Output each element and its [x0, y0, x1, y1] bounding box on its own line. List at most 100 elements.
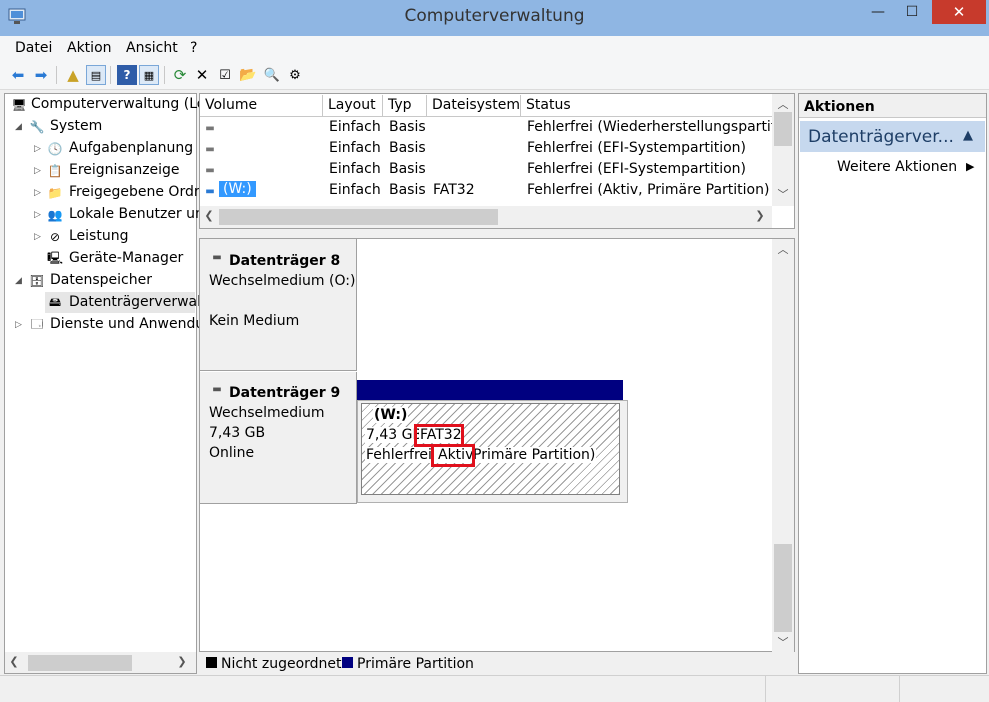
scroll-right-arrow-icon[interactable]: ❯	[753, 209, 767, 222]
table-cell-layout[interactable]: Einfach	[329, 161, 381, 177]
expand-arrow-icon[interactable]: ▷	[34, 232, 41, 242]
scroll-left-arrow-icon[interactable]: ❮	[202, 209, 216, 222]
clock-icon: 🕓	[47, 142, 63, 156]
table-cell-layout[interactable]: Einfach	[329, 119, 381, 135]
minimize-button[interactable]: —	[862, 0, 894, 24]
tree-item-dienste[interactable]: Dienste und Anwendu	[50, 316, 204, 332]
action-weitere-aktionen[interactable]: Weitere Aktionen	[837, 159, 957, 175]
scroll-down-arrow-icon[interactable]: ﹀	[775, 186, 791, 202]
expand-arrow-icon[interactable]: ▷	[34, 188, 41, 198]
scroll-left-arrow-icon[interactable]: ❮	[7, 655, 21, 668]
forward-icon[interactable]: ➡	[31, 65, 51, 85]
show-tree-icon[interactable]: ▤	[86, 65, 106, 85]
tree-item-system[interactable]: System	[50, 118, 102, 134]
tree-item-freigegebene-ordner[interactable]: Freigegebene Ordr	[69, 184, 200, 200]
table-cell-typ[interactable]: Basis	[389, 119, 426, 135]
open-folder-icon[interactable]: 📂	[238, 65, 258, 85]
toolbar-separator	[164, 66, 165, 84]
menu-datei[interactable]: Datei	[15, 40, 52, 56]
disk-view-scroll-thumb[interactable]	[774, 544, 792, 632]
close-button[interactable]: ✕	[932, 0, 986, 24]
scroll-up-arrow-icon[interactable]: ︿	[775, 241, 791, 257]
table-cell-status[interactable]: Fehlerfrei (Wiederherstellungspartitic	[527, 119, 772, 135]
table-cell-layout[interactable]: Einfach	[329, 140, 381, 156]
collapse-up-icon[interactable]: ▲	[963, 128, 973, 143]
table-cell-typ[interactable]: Basis	[389, 182, 426, 198]
services-icon: 🗔	[30, 316, 44, 331]
tree-item-leistung[interactable]: Leistung	[69, 228, 128, 244]
expand-arrow-icon[interactable]: ▷	[15, 320, 22, 330]
back-icon[interactable]: ⬅	[8, 65, 28, 85]
table-cell-typ[interactable]: Basis	[389, 161, 426, 177]
legend-unallocated-label: Nicht zugeordnet	[221, 656, 342, 672]
toolbar-separator	[56, 66, 57, 84]
table-cell-status[interactable]: Fehlerfrei (EFI-Systempartition)	[527, 161, 772, 177]
toolbar-separator	[110, 66, 111, 84]
tree-item-geraete-manager[interactable]: Geräte-Manager	[69, 250, 183, 266]
column-header-status[interactable]: Status	[521, 95, 772, 117]
help-icon[interactable]: ?	[117, 65, 137, 85]
menu-help[interactable]: ?	[190, 40, 197, 56]
tree-item-datentraegerverwaltung[interactable]: Datenträgerverwalt	[69, 294, 206, 310]
table-cell-layout[interactable]: Einfach	[329, 182, 381, 198]
disk-8-name: Datenträger 8	[229, 253, 341, 269]
refresh-icon[interactable]: ⟳	[170, 65, 190, 85]
tree-item-ereignisanzeige[interactable]: Ereignisanzeige	[69, 162, 180, 178]
table-cell-fs[interactable]: FAT32	[433, 182, 475, 198]
table-cell-status[interactable]: Fehlerfrei (Aktiv, Primäre Partition)	[527, 182, 772, 198]
removable-disk-icon: ▬	[212, 251, 222, 263]
volume-drive-icon: ▬	[205, 164, 215, 176]
scroll-right-arrow-icon[interactable]: ❯	[175, 655, 189, 668]
tools-icon: 🔧	[29, 120, 45, 134]
collapse-arrow-icon[interactable]: ◢	[15, 122, 22, 132]
status-bar-divider	[899, 676, 900, 702]
scroll-up-arrow-icon[interactable]: ︿	[775, 96, 791, 112]
users-icon: 👥	[47, 208, 63, 222]
expand-arrow-icon[interactable]: ▷	[34, 166, 41, 176]
computer-management-icon: 🖥	[11, 98, 27, 112]
properties-view-icon[interactable]: ▦	[139, 65, 159, 85]
tree-item-aufgabenplanung[interactable]: Aufgabenplanung	[69, 140, 193, 156]
maximize-button[interactable]: ☐	[896, 0, 928, 24]
up-folder-icon[interactable]: ▲	[63, 65, 83, 85]
disk-management-icon: 🖴	[48, 294, 62, 309]
column-header-typ[interactable]: Typ	[383, 95, 427, 117]
table-cell-status[interactable]: Fehlerfrei (EFI-Systempartition)	[527, 140, 772, 156]
performance-icon: ⊘	[49, 230, 61, 244]
scroll-down-arrow-icon[interactable]: ﹀	[775, 634, 791, 650]
tree-scroll-thumb[interactable]	[28, 655, 132, 671]
event-viewer-icon: 📋	[47, 164, 63, 178]
menu-ansicht[interactable]: Ansicht	[126, 40, 178, 56]
tree-item-root[interactable]: Computerverwaltung (Lo	[31, 96, 205, 112]
collapse-arrow-icon[interactable]: ◢	[15, 276, 22, 286]
expand-arrow-icon[interactable]: ▷	[34, 144, 41, 154]
disk-9-status: Online	[209, 445, 255, 461]
tree-item-lokale-benutzer[interactable]: Lokale Benutzer un	[69, 206, 204, 222]
expand-arrow-icon[interactable]: ▷	[34, 210, 41, 220]
device-manager-icon: 🖳	[47, 250, 64, 265]
table-cell-volume-selected[interactable]: (W:)	[219, 181, 256, 197]
properties-icon[interactable]: ☑	[215, 65, 235, 85]
legend-primary-label: Primäre Partition	[357, 656, 474, 672]
submenu-arrow-icon[interactable]: ▶	[966, 160, 974, 173]
aktiv-highlight-box	[431, 444, 475, 467]
column-header-layout[interactable]: Layout	[323, 95, 383, 117]
navigation-tree	[4, 93, 197, 674]
disk-8-type: Wechselmedium (O:)	[209, 273, 356, 289]
menu-aktion[interactable]: Aktion	[67, 40, 112, 56]
tree-item-datenspeicher[interactable]: Datenspeicher	[50, 272, 152, 288]
volume-list-scroll-thumb[interactable]	[774, 112, 792, 146]
search-icon[interactable]: 🔍	[262, 65, 282, 85]
column-header-dateisystem[interactable]: Dateisystem	[427, 95, 521, 117]
column-header-volume[interactable]: Volume	[200, 95, 323, 117]
volume-list-h-scroll-thumb[interactable]	[219, 209, 498, 225]
actions-section-title[interactable]: Datenträgerver...	[808, 127, 954, 147]
status-bar	[0, 675, 989, 702]
window-title: Computerverwaltung	[404, 6, 585, 26]
removable-disk-icon: ▬	[212, 383, 222, 395]
disk-9-size: 7,43 GB	[209, 425, 266, 441]
disk-8-status: Kein Medium	[209, 313, 300, 329]
settings-icon[interactable]: ⚙	[285, 65, 305, 85]
table-cell-typ[interactable]: Basis	[389, 140, 426, 156]
delete-icon[interactable]: ✕	[192, 65, 212, 85]
